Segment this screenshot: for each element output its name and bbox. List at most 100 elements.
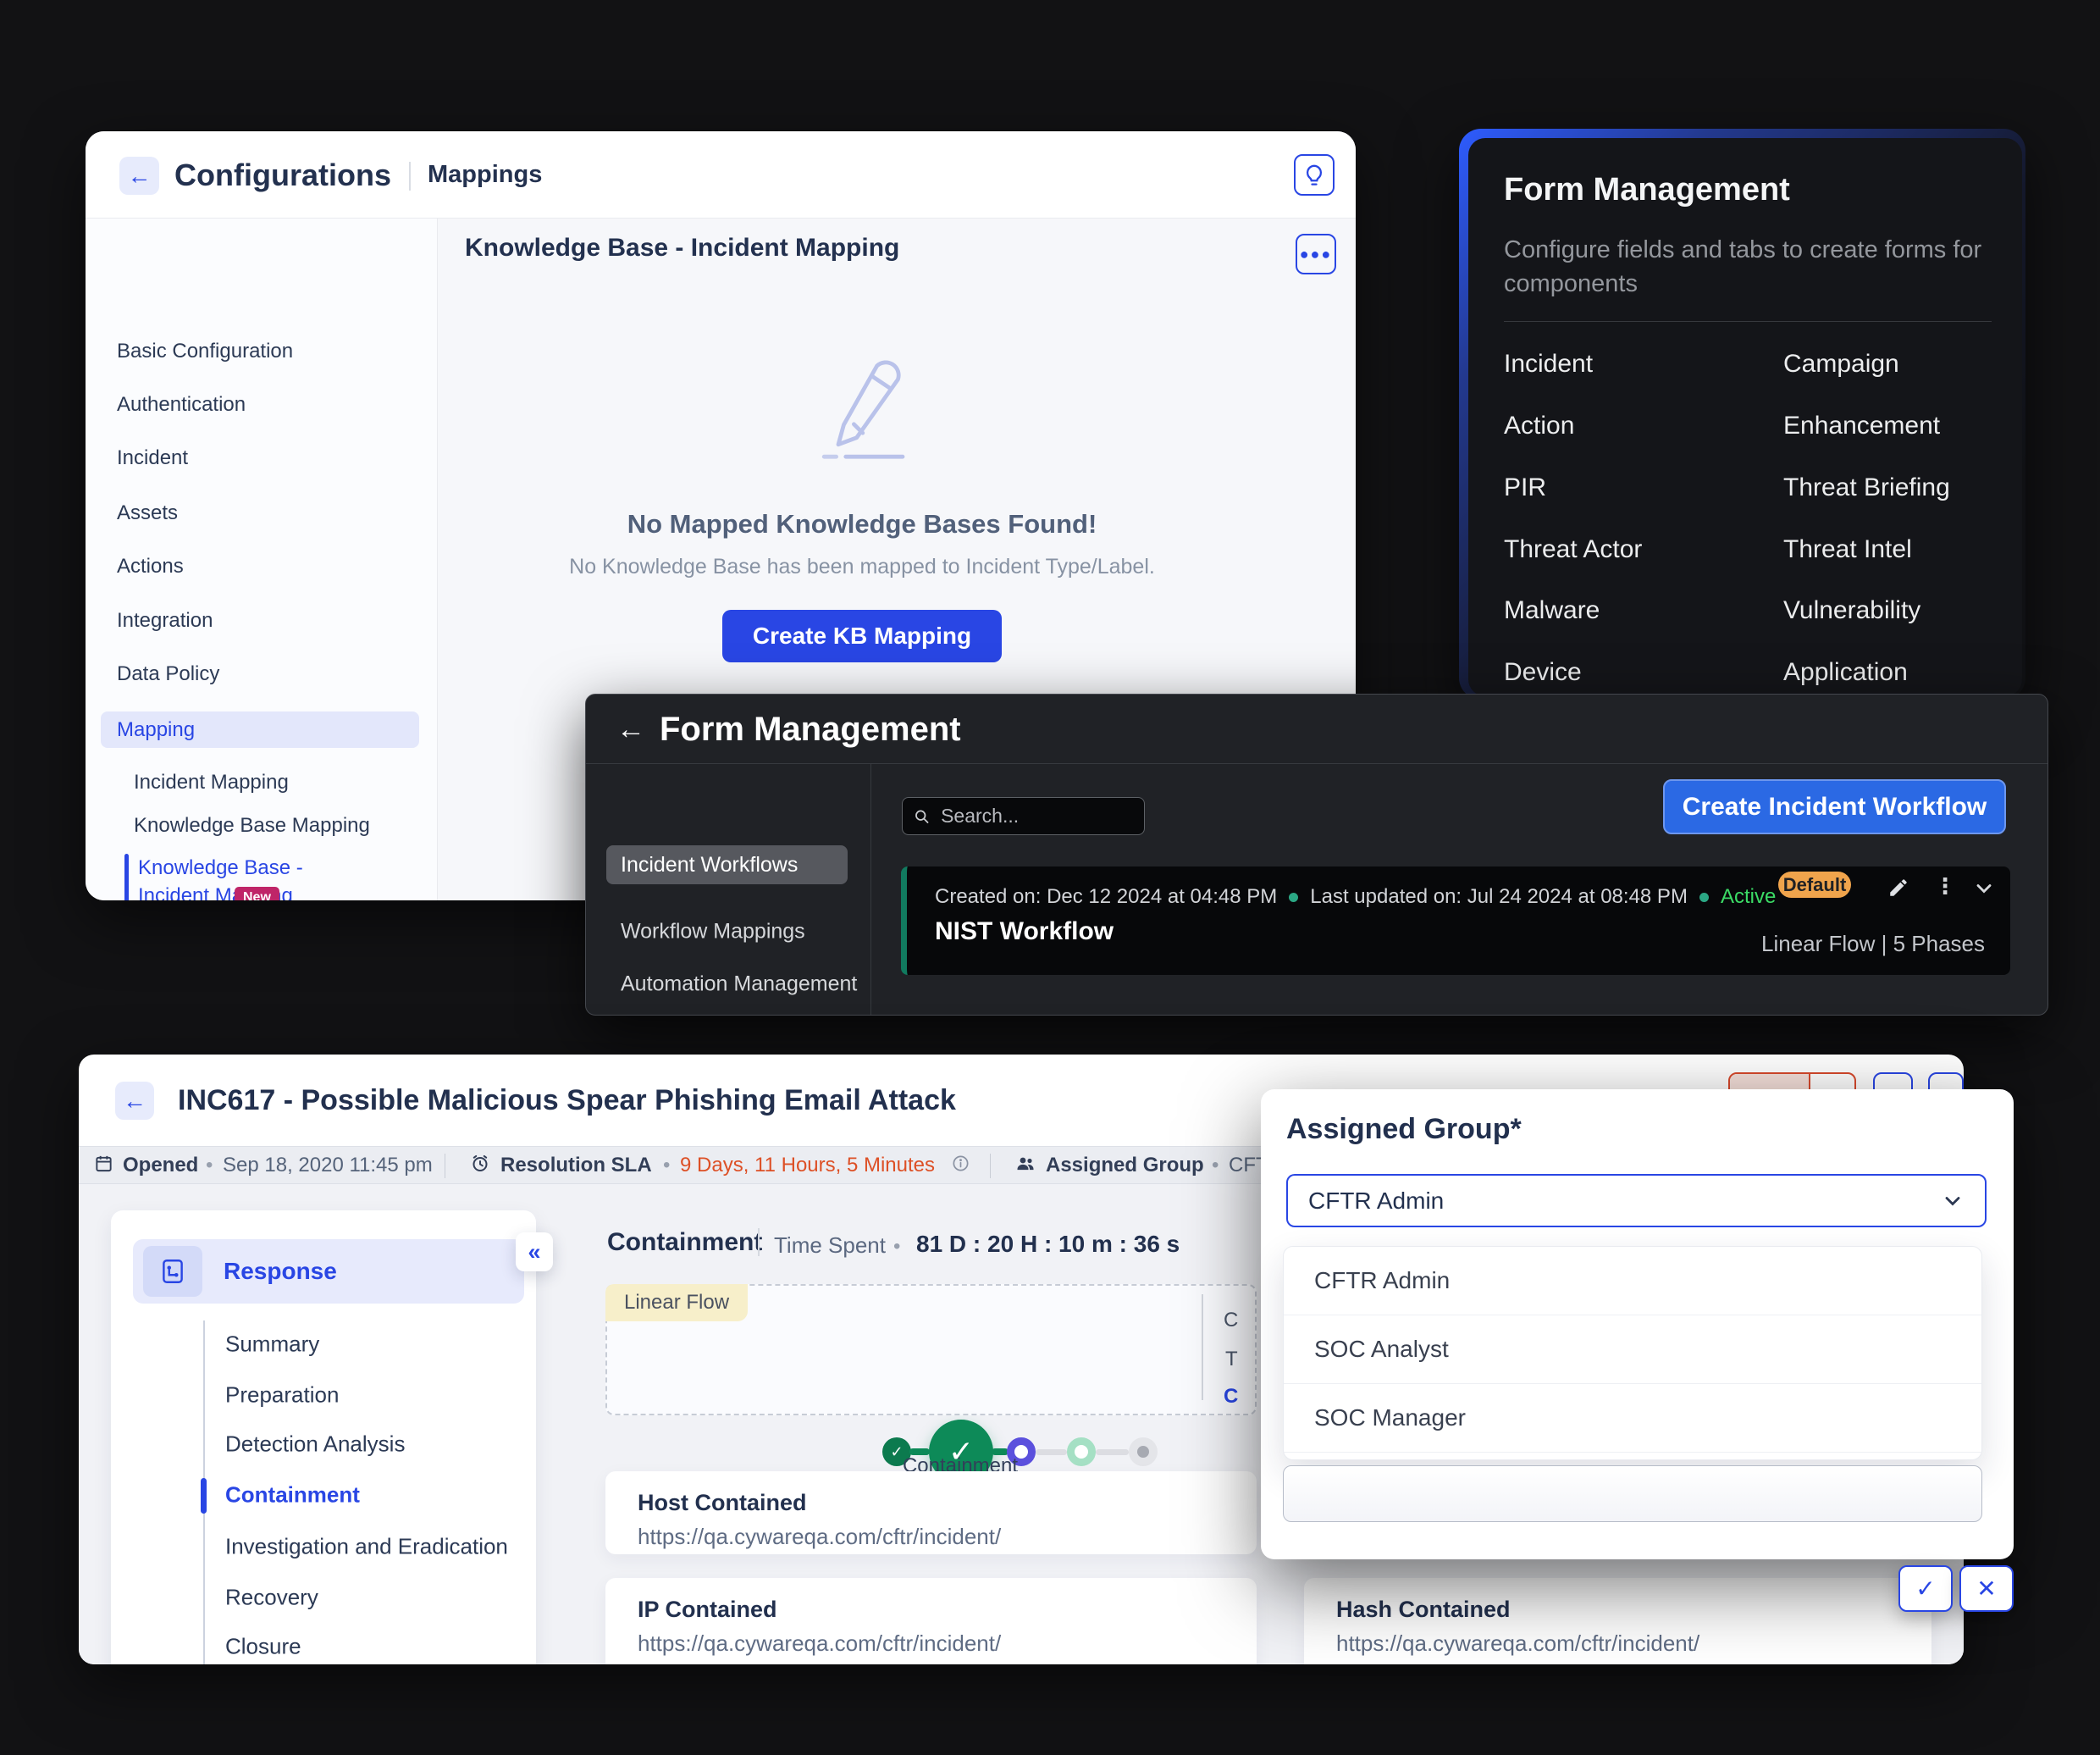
form-item-threat-briefing[interactable]: Threat Briefing [1783,473,1950,502]
more-menu-button[interactable]: ●●● [1296,234,1336,274]
status-dot [1699,893,1709,902]
calendar-icon [94,1154,113,1177]
dot: • [893,1235,900,1259]
info-icon[interactable] [951,1154,970,1177]
bulb-icon [1301,163,1327,188]
form-item-application[interactable]: Application [1783,658,1908,687]
group-icon [1015,1153,1036,1177]
workflow-card[interactable]: Created on: Dec 12 2024 at 04:48 PM Last… [901,866,2010,975]
search-input[interactable] [939,804,1134,828]
field-label: Hash Contained [1336,1597,1511,1623]
page-title: Configurations [174,131,391,219]
connector-gray [1096,1449,1129,1455]
dot: • [206,1154,213,1177]
chevron-down-icon[interactable] [1972,877,1996,900]
sidebar-item-response[interactable]: Response [133,1239,524,1304]
selected-value: CFTR Admin [1308,1188,1941,1215]
option-cftr-admin[interactable]: CFTR Admin [1284,1247,1981,1315]
form-item-vulnerability[interactable]: Vulnerability [1783,596,1920,625]
create-kb-mapping-button[interactable]: Create KB Mapping [722,610,1002,662]
sla-label: Resolution SLA [500,1154,652,1177]
tips-button[interactable] [1294,154,1335,196]
back-button[interactable]: ← [115,1082,154,1120]
new-badge: New [235,887,279,900]
divider [758,1228,760,1256]
field-hash-contained[interactable]: Hash Contained https://qa.cywareqa.com/c… [1304,1578,1931,1664]
phase-preparation[interactable]: Preparation [225,1382,339,1409]
tab-automation-management[interactable]: Automation Management [621,972,857,997]
sidebar-item-assets[interactable]: Assets [117,501,178,525]
linear-flow-badge: Linear Flow [605,1284,748,1321]
chevron-down-icon [1941,1189,1965,1213]
mapping-label: Mapping [117,718,195,742]
phase-containment[interactable]: Containment [225,1482,360,1509]
field-value: https://qa.cywareqa.com/cftr/incident/ [1336,1630,1699,1657]
option-soc-manager[interactable]: SOC Manager [1284,1384,1981,1453]
phase-title: Containment [607,1228,762,1257]
back-button[interactable]: ← [119,157,159,195]
phase-summary[interactable]: Summary [225,1331,319,1358]
check-icon: ✓ [1915,1575,1935,1603]
phase-detection-analysis[interactable]: Detection Analysis [225,1431,405,1458]
last-updated-on: Last updated on: Jul 24 2024 at 08:48 PM [1310,885,1688,909]
sidebar-item-authentication[interactable]: Authentication [117,393,246,417]
form-item-campaign[interactable]: Campaign [1783,350,1899,379]
stage: ← Configurations Mappings Basic Configur… [0,0,2100,1755]
default-badge: Default [1778,872,1851,898]
field-ip-contained[interactable]: IP Contained https://qa.cywareqa.com/cft… [605,1578,1257,1664]
collapse-sidebar-button[interactable]: « [516,1232,553,1271]
empty-state: No Mapped Knowledge Bases Found! No Know… [438,346,1286,662]
phase-closure[interactable]: Closure [225,1634,301,1660]
sidebar-item-incident[interactable]: Incident [117,446,188,470]
sidebar-item-mapping[interactable]: Mapping [101,711,419,748]
confirm-button[interactable]: ✓ [1898,1565,1953,1612]
field-host-contained[interactable]: Host Contained https://qa.cywareqa.com/c… [605,1471,1257,1554]
form-item-threat-actor[interactable]: Threat Actor [1504,535,1642,564]
search-box[interactable] [902,797,1145,835]
form-management-card-border: Form Management Configure fields and tab… [1459,129,2025,700]
field-label: IP Contained [638,1597,777,1623]
sidebar-item-data-policy[interactable]: Data Policy [117,662,219,686]
tab-incident-workflows[interactable]: Incident Workflows [606,845,848,884]
assigned-group-select[interactable]: CFTR Admin [1286,1174,1987,1227]
dot: • [663,1154,670,1177]
clock-icon [470,1153,490,1177]
form-item-malware[interactable]: Malware [1504,596,1600,625]
form-item-incident[interactable]: Incident [1504,350,1593,379]
kebab-menu-icon[interactable]: ⋮ [1934,873,1956,900]
sidebar-item-basic-configuration[interactable]: Basic Configuration [117,340,293,363]
empty-field[interactable] [1283,1465,1982,1522]
separator [990,1154,991,1178]
response-label: Response [224,1239,337,1304]
form-item-pir[interactable]: PIR [1504,473,1546,502]
form-item-threat-intel[interactable]: Threat Intel [1783,535,1912,564]
configurations-sidebar: Basic Configuration Authentication Incid… [86,219,438,900]
workflow-sidebar: Incident Workflows Workflow Mappings Aut… [586,764,871,1015]
form-item-enhancement[interactable]: Enhancement [1783,412,1940,440]
phase-recovery[interactable]: Recovery [225,1585,318,1611]
sidebar-item-knowledge-base-mapping[interactable]: Knowledge Base Mapping [134,814,370,838]
card-description: Configure fields and tabs to create form… [1504,233,1987,301]
form-management-panel: ← Form Management Incident Workflows Wor… [585,694,2048,1016]
opened-label: Opened [123,1154,198,1177]
form-item-action[interactable]: Action [1504,412,1574,440]
create-incident-workflow-button[interactable]: Create Incident Workflow [1663,779,2006,834]
linear-flow-container: Linear Flow ✓ ✓ Containment [605,1284,1257,1415]
option-soc-analyst[interactable]: SOC Analyst [1284,1315,1981,1384]
configurations-header: ← Configurations Mappings [86,131,1356,219]
step-upcoming-icon[interactable] [1067,1437,1096,1466]
edit-icon[interactable] [1887,877,1909,899]
pencil-illustration-icon [794,346,930,481]
phase-investigation-eradication[interactable]: Investigation and Eradication [225,1534,508,1560]
tab-workflow-mappings[interactable]: Workflow Mappings [621,920,805,944]
sidebar-item-incident-mapping[interactable]: Incident Mapping [134,771,289,794]
back-arrow-icon[interactable]: ← [616,695,645,764]
breadcrumb: Mappings [428,131,542,219]
form-item-device[interactable]: Device [1504,658,1582,687]
step-last-icon[interactable] [1129,1437,1158,1466]
sidebar-item-integration[interactable]: Integration [117,609,213,633]
ellipsis-icon: ●●● [1300,246,1333,263]
field-value: https://qa.cywareqa.com/cftr/incident/ [638,1630,1001,1657]
sidebar-item-actions[interactable]: Actions [117,555,184,579]
cancel-button[interactable]: ✕ [1959,1565,2014,1612]
